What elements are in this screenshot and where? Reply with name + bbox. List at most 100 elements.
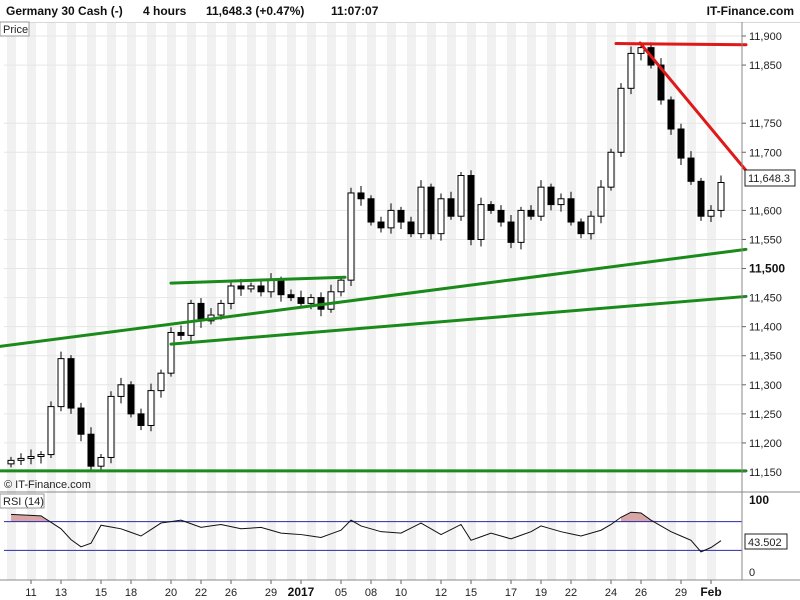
candle-body <box>307 297 315 304</box>
candle-body <box>27 455 35 459</box>
candle <box>137 408 145 431</box>
candle <box>537 180 545 221</box>
candle <box>437 193 445 241</box>
candle-body <box>337 279 345 293</box>
candle-body <box>267 279 275 293</box>
time-tick-label: 18 <box>125 587 137 599</box>
rsi-tick-label: 0 <box>749 567 755 579</box>
time-tick-label: 26 <box>225 587 237 599</box>
time-tick-label: 29 <box>675 587 687 599</box>
candle-body <box>527 209 535 217</box>
session-stripe <box>547 23 556 580</box>
rsi-panel-label: RSI (14) <box>3 496 44 508</box>
time-tick-label: 19 <box>535 587 547 599</box>
candle <box>717 175 725 218</box>
candle <box>397 206 405 230</box>
candle-body <box>577 221 585 235</box>
candle <box>677 123 685 166</box>
time-tick-label: 08 <box>365 587 377 599</box>
candle-body <box>247 285 255 290</box>
candle-body <box>297 297 305 304</box>
rsi-last-label: 43.502 <box>748 537 782 549</box>
candle-body <box>477 204 485 240</box>
candle <box>417 180 425 239</box>
candle-body <box>497 209 505 223</box>
session-stripe <box>147 23 156 580</box>
session-stripe <box>647 23 656 580</box>
candle <box>617 83 625 157</box>
candle-body <box>617 87 625 153</box>
session-stripe <box>287 23 296 580</box>
candle-body <box>557 198 565 206</box>
candle-body <box>687 157 695 182</box>
time-tick-label: 17 <box>505 587 517 599</box>
time-tick-label: 20 <box>165 587 177 599</box>
candle <box>337 276 345 297</box>
session-stripe <box>67 23 76 580</box>
candle-body <box>97 456 105 467</box>
price-tick-label: 11,350 <box>749 351 782 363</box>
resistance-trendline <box>638 41 758 184</box>
candle-body <box>607 151 615 188</box>
time-stripes <box>7 23 716 580</box>
candle-body <box>47 406 55 456</box>
price-axis: 11,900 11,850 11,750 11,700 11,600 11,550 11,5… <box>742 31 785 479</box>
time-tick-label: 26 <box>635 587 647 599</box>
session-stripe <box>107 23 116 580</box>
candle-body <box>237 285 245 290</box>
price-tick-label: 11,450 <box>749 293 782 305</box>
candle-body <box>427 186 435 235</box>
price-tick-label: 11,550 <box>749 234 782 246</box>
price-tick-label: 11,750 <box>749 118 782 130</box>
candle <box>627 46 635 95</box>
time-tick-label: 29 <box>265 587 277 599</box>
session-stripe <box>507 23 516 580</box>
time-tick-label: 10 <box>395 587 407 599</box>
support-trendline <box>169 294 748 346</box>
candle-body <box>447 198 455 217</box>
candle <box>177 325 185 341</box>
candle <box>17 453 25 466</box>
session-stripe <box>627 23 636 580</box>
candle-body <box>187 302 195 336</box>
candle <box>697 177 705 221</box>
price-tick-label: 11,400 <box>749 322 782 334</box>
candle-body <box>407 221 415 235</box>
session-stripe <box>247 23 256 580</box>
candle-body <box>597 186 605 217</box>
time-tick-label: 22 <box>195 587 207 599</box>
candle <box>467 170 475 246</box>
candle-body <box>7 459 15 465</box>
candle <box>127 381 135 418</box>
candle-body <box>227 285 235 304</box>
candle-body <box>467 175 475 240</box>
session-stripe <box>707 23 716 580</box>
chart-canvas[interactable]: 11,900 11,850 11,750 11,700 11,600 11,550 11,5… <box>0 0 800 600</box>
candle-body <box>17 457 25 461</box>
candle <box>517 206 525 250</box>
session-stripe <box>527 23 536 580</box>
candle <box>577 218 585 239</box>
session-stripe <box>167 23 176 580</box>
candle-body <box>587 215 595 235</box>
session-stripe <box>487 23 496 580</box>
candle <box>107 391 115 464</box>
time-tick-label: Feb <box>700 585 721 599</box>
price-tick-label: 11,250 <box>749 409 782 421</box>
session-stripe <box>267 23 276 580</box>
candle-body <box>437 198 445 235</box>
candle-body <box>77 407 85 435</box>
session-stripe <box>447 23 456 580</box>
candle-body <box>157 372 165 392</box>
candle-body <box>257 285 265 293</box>
candle <box>347 187 355 286</box>
candle <box>457 172 465 221</box>
session-stripe <box>207 23 216 580</box>
candle-body <box>377 221 385 229</box>
candle-body <box>127 384 135 415</box>
candle-body <box>37 454 45 457</box>
candle-body <box>387 209 395 229</box>
candle <box>427 183 435 240</box>
candle-body <box>367 198 375 223</box>
candle-body <box>117 384 125 397</box>
